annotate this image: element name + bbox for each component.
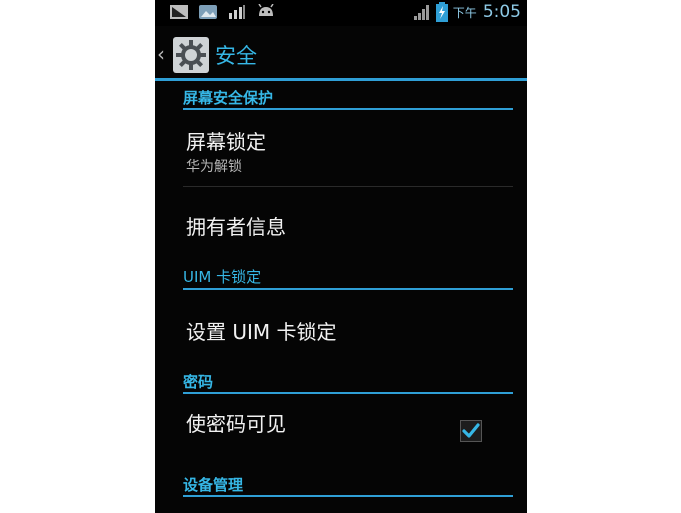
gear-icon (173, 37, 209, 73)
cell-signal-icon (413, 5, 429, 20)
section-header-password: 密码 (183, 371, 513, 392)
status-time: 5:05 (482, 2, 521, 22)
checkmark-icon (462, 423, 480, 438)
section-divider (183, 495, 513, 497)
section-header-screen-security: 屏幕安全保护 (183, 87, 513, 108)
gallery-icon (199, 5, 217, 19)
section-header-label: UIM 卡锁定 (183, 268, 262, 286)
status-bar: 下午 5:05 (155, 0, 527, 26)
section-header-label: 屏幕安全保护 (183, 89, 274, 107)
list-item-set-uim-lock[interactable]: 设置 UIM 卡锁定 (155, 290, 527, 364)
android-icon (258, 4, 274, 16)
back-chevron-icon[interactable]: ‹ (157, 42, 165, 66)
section-header-uim-lock: UIM 卡锁定 (183, 266, 513, 287)
list-item-title: 设置 UIM 卡锁定 (186, 320, 337, 344)
show-password-checkbox[interactable] (460, 420, 482, 442)
list-item-summary: 华为解锁 (186, 159, 242, 175)
list-item-title: 拥有者信息 (186, 215, 286, 239)
page-title: 安全 (215, 44, 257, 68)
battery-charging-icon (435, 2, 448, 22)
phone-screen: 下午 5:05 ‹ 安全 屏幕安全保护 屏幕锁定 华为解锁 拥有者信息 UIM … (155, 0, 527, 513)
signal-notification-icon (229, 5, 245, 19)
list-item-title: 屏幕锁定 (186, 130, 266, 154)
list-item-owner-info[interactable]: 拥有者信息 (155, 187, 527, 259)
section-header-label: 设备管理 (183, 476, 244, 494)
action-bar-underline (155, 78, 527, 81)
list-item-screen-lock[interactable]: 屏幕锁定 华为解锁 (155, 110, 527, 186)
section-header-device-admin: 设备管理 (183, 474, 513, 495)
action-bar[interactable]: ‹ 安全 (155, 30, 527, 78)
list-item-title: 使密码可见 (186, 412, 286, 436)
section-header-label: 密码 (183, 373, 214, 391)
notification-triangle-icon (170, 5, 188, 19)
status-ampm: 下午 (452, 5, 477, 20)
